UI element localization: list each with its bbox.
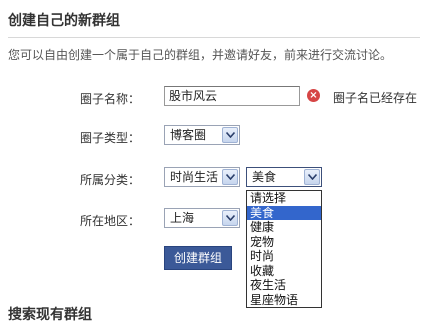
group-name-label: 圈子名称： bbox=[80, 92, 141, 106]
category-main-select[interactable]: 时尚生活 bbox=[164, 167, 240, 187]
group-type-select[interactable]: 博客圈 bbox=[164, 125, 240, 145]
title-divider bbox=[8, 37, 420, 38]
region-label: 所在地区： bbox=[80, 214, 141, 228]
category-main-value: 时尚生活 bbox=[170, 170, 219, 184]
group-type-label: 圈子类型： bbox=[80, 131, 141, 145]
chevron-down-icon[interactable] bbox=[222, 169, 238, 185]
region-value: 上海 bbox=[170, 211, 195, 225]
chevron-down-icon[interactable] bbox=[222, 210, 238, 226]
search-section-title: 搜索现有群组 bbox=[8, 307, 92, 323]
page-title: 创建自己的新群组 bbox=[8, 13, 120, 29]
group-name-input[interactable]: 股市风云 bbox=[164, 86, 300, 106]
chevron-down-icon[interactable] bbox=[304, 169, 320, 185]
error-icon: × bbox=[307, 89, 320, 102]
group-type-value: 博客圈 bbox=[170, 128, 207, 142]
chevron-down-icon[interactable] bbox=[222, 127, 238, 143]
category-sub-value: 美食 bbox=[252, 170, 277, 184]
category-sub-dropdown[interactable]: 请选择 美食 健康 宠物 时尚 收藏 夜生活 星座物语 bbox=[246, 190, 322, 308]
create-group-button[interactable]: 创建群组 bbox=[164, 246, 232, 270]
category-sub-select[interactable]: 美食 bbox=[246, 167, 322, 187]
dropdown-option[interactable]: 夜生活 bbox=[247, 278, 321, 293]
group-name-error: 圈子名已经存在 bbox=[333, 91, 418, 105]
category-label: 所属分类： bbox=[80, 173, 141, 187]
region-select[interactable]: 上海 bbox=[164, 208, 240, 228]
dropdown-option[interactable]: 星座物语 bbox=[247, 293, 321, 308]
dropdown-option[interactable]: 宠物 bbox=[247, 235, 321, 250]
intro-text: 您可以自由创建一个属于自己的群组，并邀请好友，前来进行交流讨论。 bbox=[8, 48, 393, 62]
dropdown-option[interactable]: 请选择 bbox=[247, 191, 321, 206]
dropdown-option[interactable]: 时尚 bbox=[247, 249, 321, 264]
dropdown-option[interactable]: 收藏 bbox=[247, 264, 321, 279]
dropdown-option[interactable]: 健康 bbox=[247, 220, 321, 235]
dropdown-option[interactable]: 美食 bbox=[247, 205, 321, 220]
